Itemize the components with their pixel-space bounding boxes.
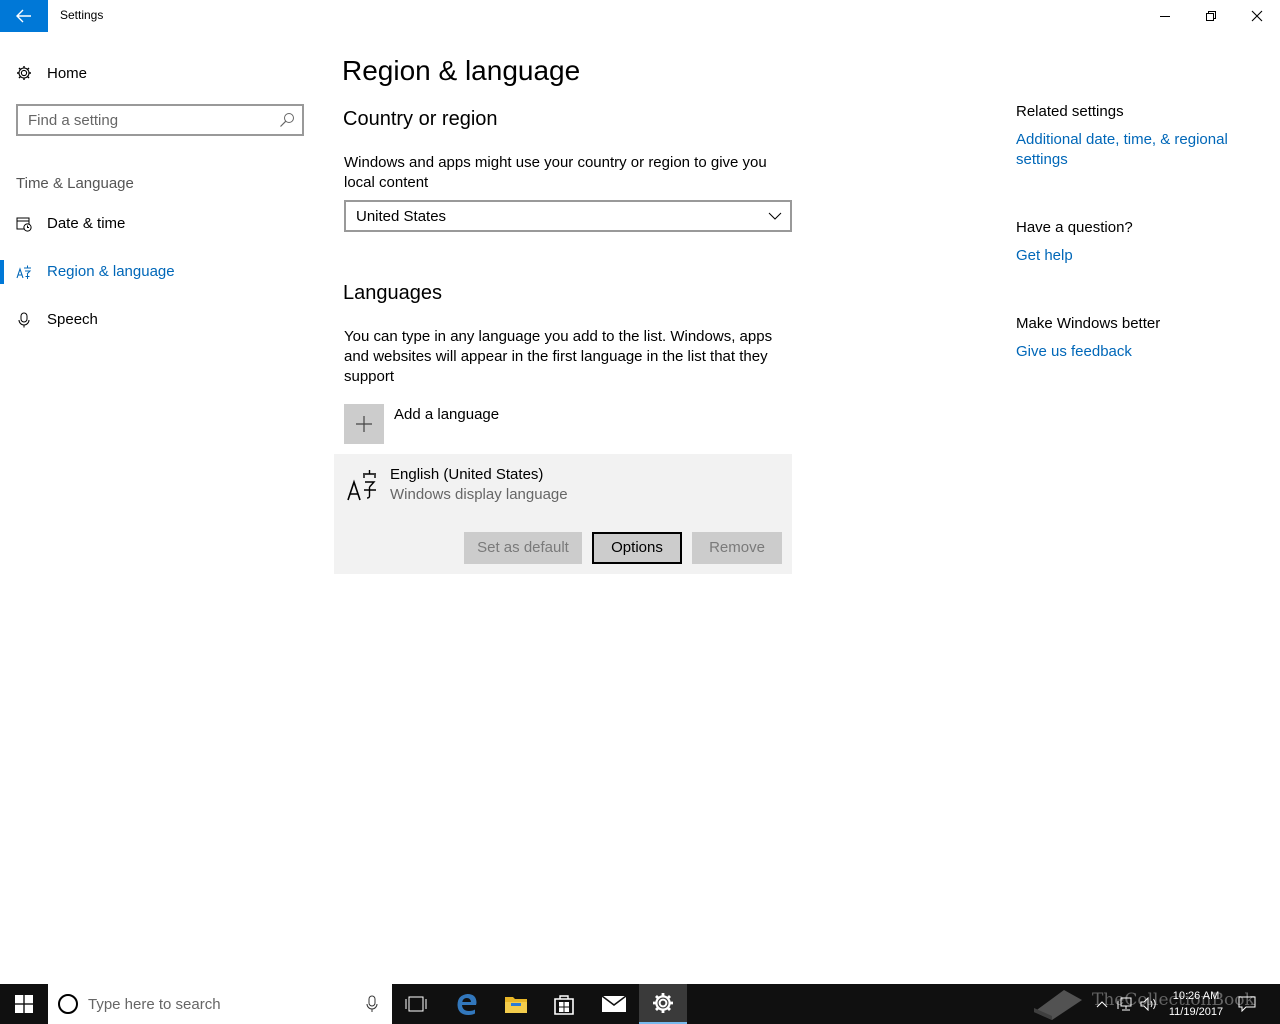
chevron-down-icon — [768, 212, 782, 220]
related-settings-heading: Related settings — [1016, 103, 1124, 120]
taskbar-search[interactable] — [48, 984, 392, 1024]
mail-icon — [601, 995, 627, 1012]
task-view-button[interactable] — [392, 984, 440, 1024]
close-button[interactable] — [1234, 0, 1280, 32]
languages-heading: Languages — [343, 282, 442, 304]
search-input[interactable] — [28, 111, 278, 129]
country-dropdown-value: United States — [356, 208, 447, 225]
feedback-link[interactable]: Give us feedback — [1016, 342, 1256, 362]
start-button[interactable] — [0, 984, 48, 1024]
sidebar-item-region-language[interactable]: Region & language — [0, 252, 320, 292]
chevron-up-icon — [1096, 1001, 1108, 1008]
microphone-icon[interactable] — [366, 995, 378, 1013]
edge-button[interactable] — [443, 984, 491, 1024]
restore-icon — [1206, 11, 1216, 21]
taskbar: TheCollectionBook 10:26 AM 11/19/2017 — [0, 984, 1280, 1024]
sidebar-item-date-time[interactable]: Date & time — [0, 204, 320, 244]
settings-window: Settings Home Time & Language — [0, 0, 1280, 984]
cortana-icon — [58, 994, 78, 1014]
settings-taskbar-button[interactable] — [639, 984, 687, 1024]
add-language-label: Add a language — [394, 406, 500, 423]
country-dropdown[interactable]: United States — [344, 200, 792, 232]
language-subtitle: Windows display language — [390, 486, 568, 503]
taskbar-clock[interactable]: 10:26 AM 11/19/2017 — [1160, 988, 1232, 1020]
action-center-button[interactable] — [1234, 984, 1260, 1024]
back-button[interactable] — [0, 0, 48, 32]
additional-settings-link[interactable]: Additional date, time, & regional settin… — [1016, 130, 1256, 170]
store-icon — [554, 995, 574, 1015]
book-icon — [1034, 990, 1082, 1020]
question-heading: Have a question? — [1016, 219, 1133, 236]
clock-time: 10:26 AM — [1172, 990, 1220, 1002]
find-setting-search[interactable] — [16, 104, 304, 136]
mail-button[interactable] — [590, 984, 638, 1024]
language-icon — [347, 470, 376, 501]
options-button[interactable]: Options — [592, 532, 682, 564]
remove-button[interactable]: Remove — [692, 532, 782, 564]
clock-date: 11/19/2017 — [1168, 1006, 1224, 1018]
sidebar-item-label: Date & time — [47, 215, 126, 232]
add-language-button[interactable]: Add a language — [344, 404, 644, 444]
nav-home[interactable]: Home — [16, 60, 87, 86]
get-help-link[interactable]: Get help — [1016, 246, 1256, 266]
set-as-default-button[interactable]: Set as default — [464, 532, 582, 564]
page-title: Region & language — [342, 55, 581, 86]
sidebar-item-label: Region & language — [47, 263, 175, 280]
window-title: Settings — [60, 8, 104, 22]
task-view-icon — [405, 996, 427, 1012]
add-plus-tile — [344, 404, 384, 444]
active-indicator — [0, 260, 4, 284]
microphone-icon — [18, 312, 30, 328]
gear-icon — [17, 66, 31, 80]
title-bar: Settings — [0, 0, 1280, 32]
search-icon[interactable] — [279, 112, 295, 128]
gear-icon — [653, 993, 673, 1013]
restore-button[interactable] — [1188, 0, 1234, 32]
region-language-icon — [16, 265, 32, 279]
nav-home-label: Home — [47, 64, 88, 82]
nav-section-label: Time & Language — [16, 175, 134, 192]
back-arrow-icon — [16, 9, 31, 23]
windows-logo-icon — [15, 995, 33, 1013]
language-name: English (United States) — [390, 466, 544, 483]
store-button[interactable] — [540, 984, 588, 1024]
volume-icon — [1140, 997, 1156, 1011]
plus-icon — [356, 416, 372, 432]
taskbar-search-input[interactable] — [88, 994, 348, 1014]
close-icon — [1251, 10, 1263, 22]
network-icon — [1117, 997, 1132, 1011]
date-time-icon — [16, 217, 32, 232]
language-item-english-us[interactable]: English (United States) Windows display … — [334, 454, 792, 574]
file-explorer-button[interactable] — [492, 984, 540, 1024]
make-windows-better-heading: Make Windows better — [1016, 315, 1161, 332]
country-description: Windows and apps might use your country … — [344, 154, 767, 191]
sidebar-item-speech[interactable]: Speech — [0, 300, 320, 340]
folder-icon — [505, 997, 527, 1013]
minimize-button[interactable] — [1142, 0, 1188, 32]
minimize-icon — [1160, 16, 1170, 17]
show-hidden-icons-button[interactable] — [1092, 984, 1112, 1024]
network-button[interactable] — [1114, 984, 1136, 1024]
edge-icon — [457, 994, 477, 1015]
sidebar-item-label: Speech — [47, 311, 98, 328]
notification-icon — [1238, 996, 1256, 1012]
volume-button[interactable] — [1138, 984, 1160, 1024]
country-heading: Country or region — [343, 108, 498, 130]
languages-description: You can type in any language you add to … — [344, 328, 773, 385]
